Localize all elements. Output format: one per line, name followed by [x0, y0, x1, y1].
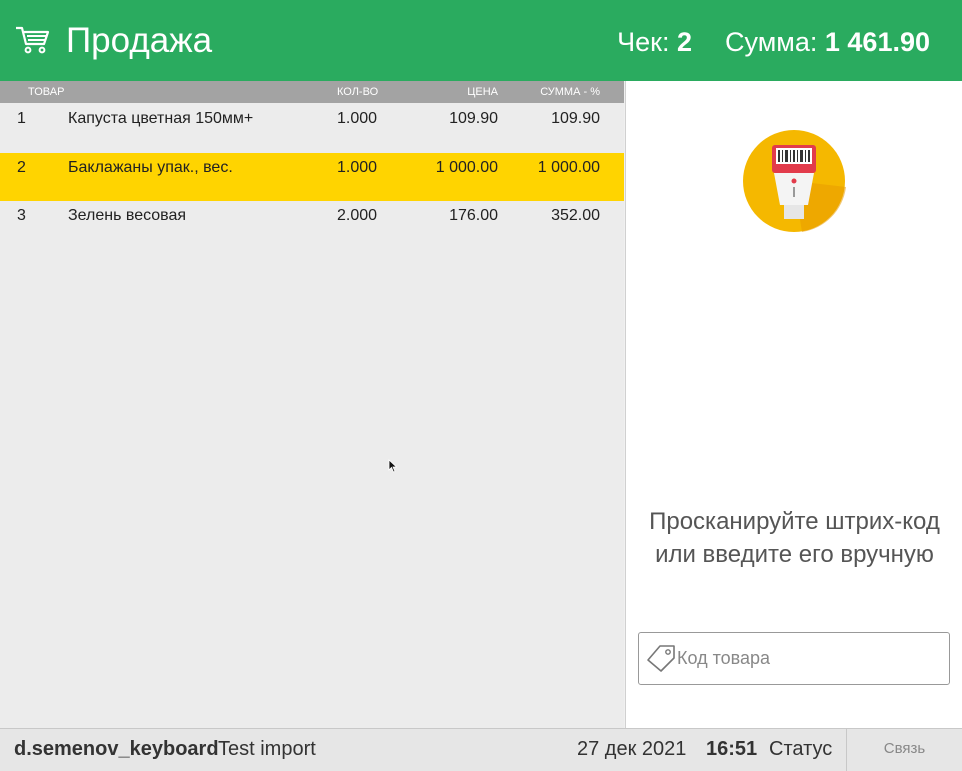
table-row[interactable]: 1 Капуста цветная 150мм+ 1.000 109.90 10…: [0, 107, 624, 155]
current-date: 27 дек 2021: [577, 738, 687, 760]
scan-instruction: Просканируйте штрих-код или введите его …: [649, 508, 940, 568]
row-name: Капуста цветная 150мм+: [68, 110, 254, 127]
status-bar: d.semenov_keyboard Test import 27 дек 20…: [0, 728, 962, 771]
items-table: ТОВАР КОЛ-ВО ЦЕНА СУММА - % 1 Капуста цв…: [0, 81, 624, 728]
table-header: ТОВАР КОЛ-ВО ЦЕНА СУММА - %: [0, 81, 624, 103]
row-sum: 1 000.00: [537, 159, 600, 176]
sum-value: 1 461.90: [824, 27, 930, 57]
scan-panel: Просканируйте штрих-код или введите его …: [625, 81, 962, 728]
row-price: 176.00: [449, 207, 498, 224]
connection-button[interactable]: Связь: [846, 729, 962, 771]
check-label: Чек:: [617, 27, 670, 57]
row-qty: 1.000: [337, 159, 378, 176]
table-row[interactable]: 3 Зелень весовая 2.000 176.00 352.00: [0, 204, 624, 252]
product-code-input[interactable]: [677, 633, 945, 684]
column-header-sum: СУММА - %: [540, 86, 600, 98]
row-index: 2: [17, 159, 26, 176]
table-row-selected[interactable]: 2 Баклажаны упак., вес. 1.000 1 000.00 1…: [0, 153, 624, 201]
cart-icon: [16, 26, 50, 54]
row-index: 3: [17, 207, 26, 224]
row-qty: 2.000: [337, 207, 378, 224]
page-title: Продажа: [66, 21, 213, 60]
row-price: 109.90: [449, 110, 498, 127]
row-sum: 352.00: [551, 207, 600, 224]
sum-label: Сумма:: [725, 27, 818, 57]
column-header-qty: КОЛ-ВО: [337, 86, 379, 98]
row-qty: 1.000: [337, 110, 378, 127]
current-time: 16:51: [706, 738, 758, 760]
column-header-name: ТОВАР: [28, 86, 65, 98]
price-tag-icon: [647, 645, 675, 672]
row-index: 1: [17, 110, 26, 127]
mouse-cursor-icon: [388, 459, 398, 473]
row-sum: 109.90: [551, 110, 600, 127]
column-header-price: ЦЕНА: [467, 86, 498, 98]
status-label[interactable]: Статус: [769, 729, 832, 769]
user-name: d.semenov_keyboard: [14, 738, 219, 760]
row-name: Зелень весовая: [68, 207, 187, 224]
app-header: Продажа Чек: 2 Сумма: 1 461.90: [0, 0, 962, 81]
receipt-totals: Чек: 2 Сумма: 1 461.90: [617, 24, 930, 60]
barcode-scanner-icon: [743, 130, 846, 232]
row-price: 1 000.00: [435, 159, 498, 176]
shop-name: Test import: [218, 738, 316, 760]
code-field[interactable]: [638, 632, 950, 685]
row-name: Баклажаны упак., вес.: [68, 159, 233, 176]
check-number: 2: [676, 27, 692, 57]
